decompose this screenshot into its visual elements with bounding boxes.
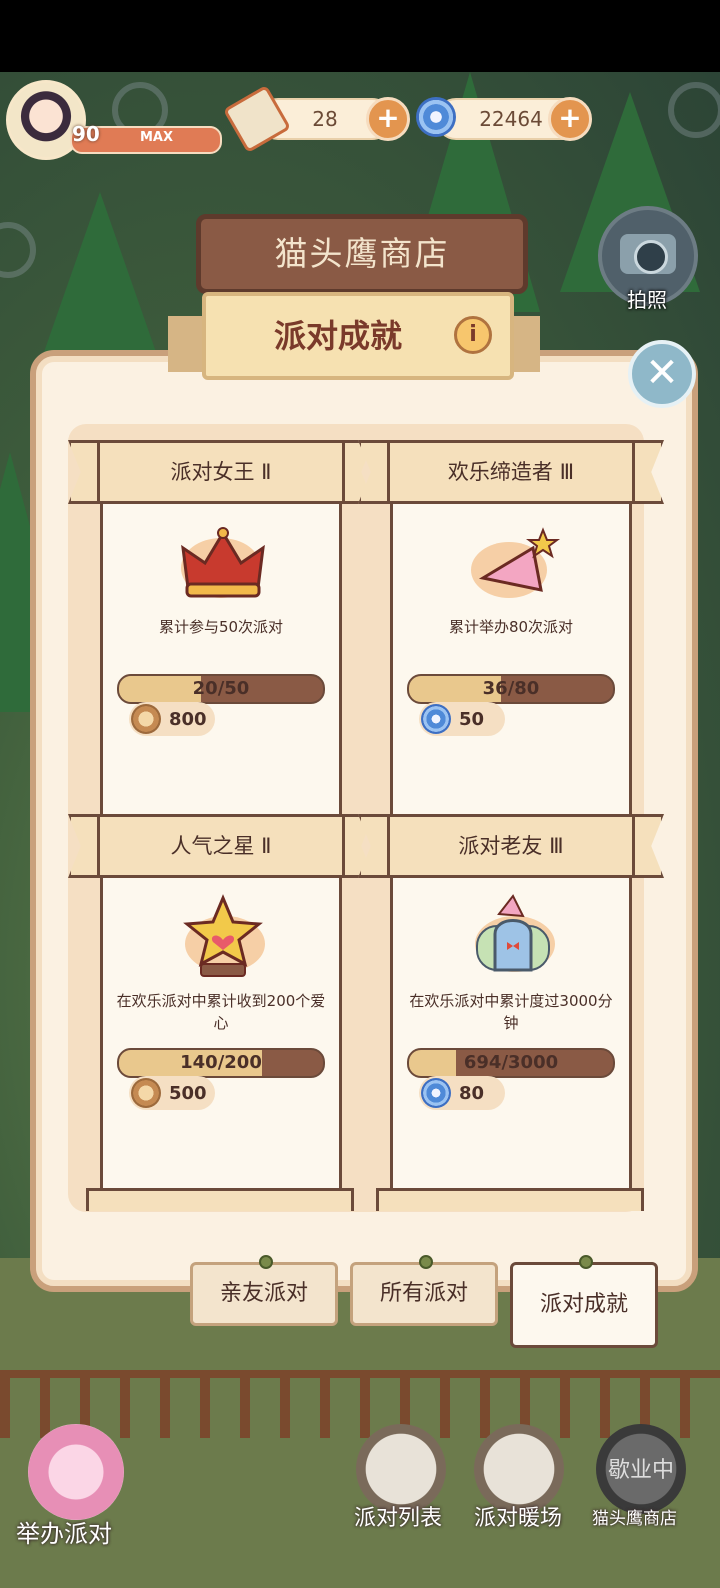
tab-pin xyxy=(259,1255,273,1269)
achievement-reward: 80 xyxy=(419,1076,505,1110)
tab-pin xyxy=(579,1255,593,1269)
host-party-button[interactable] xyxy=(28,1424,124,1520)
next-card-banner xyxy=(376,1188,644,1211)
player-level: 90 xyxy=(72,122,100,146)
achievement-progress: 36/80 xyxy=(407,674,615,704)
gem-icon xyxy=(421,1078,451,1108)
achievement-progress: 140/200 xyxy=(117,1048,325,1078)
level-max-tag: MAX xyxy=(140,130,174,145)
card-banner: 派对女王 Ⅱ xyxy=(87,440,355,504)
reward-value: 800 xyxy=(169,708,207,730)
reward-value: 500 xyxy=(169,1082,207,1104)
achievement-card: 欢乐缔造者 Ⅲ 累计举办80次派对 36/80 50 xyxy=(377,440,645,835)
add-ticket-button[interactable]: + xyxy=(366,97,410,141)
star-trophy-icon xyxy=(183,894,265,977)
party-warmup-label: 派对暖场 xyxy=(474,1506,563,1531)
party-list-label: 派对列表 xyxy=(354,1506,443,1531)
achievement-title: 派对女王 Ⅱ xyxy=(170,460,272,484)
progress-text: 140/200 xyxy=(180,1052,262,1073)
crown-icon xyxy=(181,527,265,598)
achievement-desc: 在欢乐派对中累计度过3000分钟 xyxy=(409,992,613,1032)
gem-icon xyxy=(421,704,451,734)
tab-party-achievements[interactable]: 派对成就 xyxy=(510,1255,658,1348)
owl-shop-status: 歇业中 xyxy=(607,1458,674,1483)
achievement-title: 派对老友 Ⅲ xyxy=(458,834,564,858)
shop-sign: 猫头鹰商店 xyxy=(196,214,528,294)
fence xyxy=(0,1370,720,1438)
achievement-reward: 800 xyxy=(129,702,215,736)
host-party-label: 举办派对 xyxy=(16,1520,112,1548)
camera-label: 拍照 xyxy=(627,288,667,312)
next-card-banner xyxy=(86,1188,354,1211)
tab-friend-party[interactable]: 亲友派对 xyxy=(190,1255,338,1326)
info-icon[interactable]: i xyxy=(454,316,492,354)
add-gem-button[interactable]: + xyxy=(548,97,592,141)
gem-count: 22464 xyxy=(479,107,543,131)
owl-shop-button[interactable]: 歇业中 xyxy=(596,1424,686,1514)
coin-icon xyxy=(131,1078,161,1108)
coin-icon xyxy=(131,704,161,734)
achievement-reward: 500 xyxy=(129,1076,215,1110)
achievement-desc: 累计参与50次派对 xyxy=(158,618,284,636)
achievement-card: 派对女王 Ⅱ 累计参与50次派对 20/50 800 xyxy=(87,440,355,835)
tab-label: 所有派对 xyxy=(379,1281,468,1306)
achievement-progress: 20/50 xyxy=(117,674,325,704)
reward-value: 80 xyxy=(459,1082,485,1104)
ticket-count: 28 xyxy=(312,107,338,131)
progress-text: 694/3000 xyxy=(463,1052,559,1073)
card-banner: 派对老友 Ⅲ xyxy=(377,814,645,878)
progress-text: 20/50 xyxy=(192,678,250,699)
tab-label: 亲友派对 xyxy=(219,1281,308,1306)
owl-shop-label: 猫头鹰商店 xyxy=(592,1509,677,1529)
ghost-friend-icon xyxy=(475,894,555,972)
ribbon-main: 派对成就 i xyxy=(202,292,514,380)
reward-value: 50 xyxy=(459,708,485,730)
tab-label: 派对成就 xyxy=(539,1292,628,1317)
close-button[interactable]: ✕ xyxy=(628,340,696,408)
tab-all-parties[interactable]: 所有派对 xyxy=(350,1255,498,1326)
achievement-title: 欢乐缔造者 Ⅲ xyxy=(447,460,575,484)
achievement-card: 人气之星 Ⅱ 在欢乐派对中累计收到200个爱心 140/200 500 xyxy=(87,814,355,1209)
achievement-card: 派对老友 Ⅲ 在欢乐派对中累计度过3000分钟 694/3000 80 xyxy=(377,814,645,1209)
panel-title-ribbon: 派对成就 i xyxy=(168,292,540,382)
card-banner: 人气之星 Ⅱ xyxy=(87,814,355,878)
achievement-reward: 50 xyxy=(419,702,505,736)
party-hat-icon xyxy=(471,527,560,598)
gem-icon xyxy=(416,97,456,137)
tab-pin xyxy=(419,1255,433,1269)
progress-text: 36/80 xyxy=(482,678,540,699)
achievement-desc: 累计举办80次派对 xyxy=(448,618,574,636)
camera-lens xyxy=(634,240,668,274)
achievement-desc: 在欢乐派对中累计收到200个爱心 xyxy=(116,992,326,1032)
achievement-progress: 694/3000 xyxy=(407,1048,615,1078)
achievement-title: 人气之星 Ⅱ xyxy=(170,834,272,858)
card-banner: 欢乐缔造者 Ⅲ xyxy=(377,440,645,504)
